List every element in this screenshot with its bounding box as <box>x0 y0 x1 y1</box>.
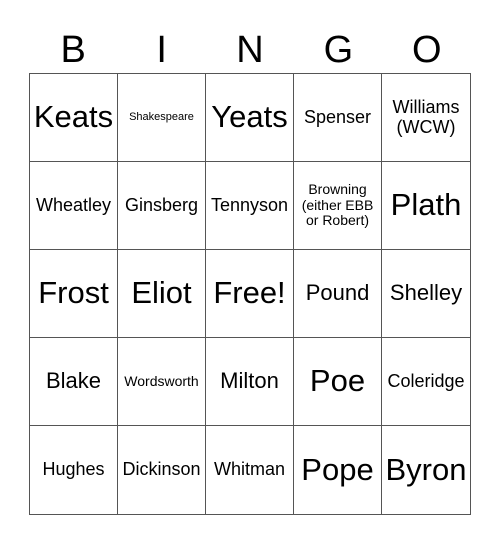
bingo-cell-text: Coleridge <box>387 370 465 391</box>
bingo-cell-text: Whitman <box>213 459 285 480</box>
bingo-cell-text: Pope <box>301 451 374 487</box>
bingo-cell-text: Yeats <box>211 99 288 135</box>
bingo-cell-text: Browning (either EBB or Robert) <box>301 181 374 229</box>
bingo-cell[interactable]: Free! <box>206 250 294 338</box>
bingo-cell-text: Milton <box>220 368 279 394</box>
bingo-cell[interactable]: Pope <box>294 426 382 514</box>
bingo-cell-text: Blake <box>45 368 102 394</box>
bingo-cell[interactable]: Tennyson <box>206 162 294 250</box>
bingo-cell[interactable]: Pound <box>294 250 382 338</box>
bingo-cell[interactable]: Whitman <box>206 426 294 514</box>
bingo-cell[interactable]: Hughes <box>30 426 118 514</box>
bingo-cell-text: Pound <box>305 280 370 306</box>
bingo-cell-text: Frost <box>38 275 109 311</box>
bingo-cell[interactable]: Byron <box>382 426 470 514</box>
bingo-cell-text: Spenser <box>303 106 372 127</box>
bingo-cell-text: Ginsberg <box>124 194 199 215</box>
bingo-cell-text: Dickinson <box>122 459 201 480</box>
bingo-cell-text: Keats <box>33 99 114 135</box>
header-letter-g: G <box>323 29 354 71</box>
bingo-cell-text: Tennyson <box>210 194 289 215</box>
bingo-cell[interactable]: Wheatley <box>30 162 118 250</box>
bingo-cell[interactable]: Wordsworth <box>118 338 206 426</box>
bingo-cell[interactable]: Keats <box>30 74 118 162</box>
bingo-cell-text: Byron <box>385 451 467 487</box>
bingo-grid: Keats Shakespeare Yeats Spenser Williams (WC… <box>29 73 471 515</box>
header-letter-n: N <box>236 29 264 71</box>
bingo-cell[interactable]: Frost <box>30 250 118 338</box>
bingo-cell-text: Poe <box>309 363 366 399</box>
bingo-cell[interactable]: Ginsberg <box>118 162 206 250</box>
bingo-cell[interactable]: Shelley <box>382 250 470 338</box>
header-letter-b: B <box>60 29 86 71</box>
bingo-cell-text: Wordsworth <box>124 372 199 389</box>
header-letter-i: I <box>156 29 167 71</box>
bingo-header: B I N G O <box>29 28 471 72</box>
bingo-cell-text: Eliot <box>131 275 192 311</box>
bingo-cell[interactable]: Poe <box>294 338 382 426</box>
bingo-cell[interactable]: Williams (WCW) <box>382 74 470 162</box>
bingo-cell-text: Free! <box>213 275 286 311</box>
bingo-cell[interactable]: Blake <box>30 338 118 426</box>
bingo-cell-text: Shelley <box>389 280 463 306</box>
bingo-cell-text: Wheatley <box>35 194 112 215</box>
bingo-cell[interactable]: Shakespeare <box>118 74 206 162</box>
bingo-cell[interactable]: Dickinson <box>118 426 206 514</box>
bingo-cell[interactable]: Plath <box>382 162 470 250</box>
bingo-cell[interactable]: Spenser <box>294 74 382 162</box>
bingo-cell[interactable]: Browning (either EBB or Robert) <box>294 162 382 250</box>
header-letter-o: O <box>412 29 442 71</box>
bingo-cell-text: Plath <box>390 187 462 223</box>
bingo-cell[interactable]: Yeats <box>206 74 294 162</box>
bingo-cell-text: Hughes <box>42 459 105 480</box>
bingo-cell[interactable]: Eliot <box>118 250 206 338</box>
bingo-cell[interactable]: Coleridge <box>382 338 470 426</box>
bingo-cell-text: Williams (WCW) <box>392 96 460 137</box>
bingo-cell-text: Shakespeare <box>129 111 194 124</box>
bingo-cell[interactable]: Milton <box>206 338 294 426</box>
